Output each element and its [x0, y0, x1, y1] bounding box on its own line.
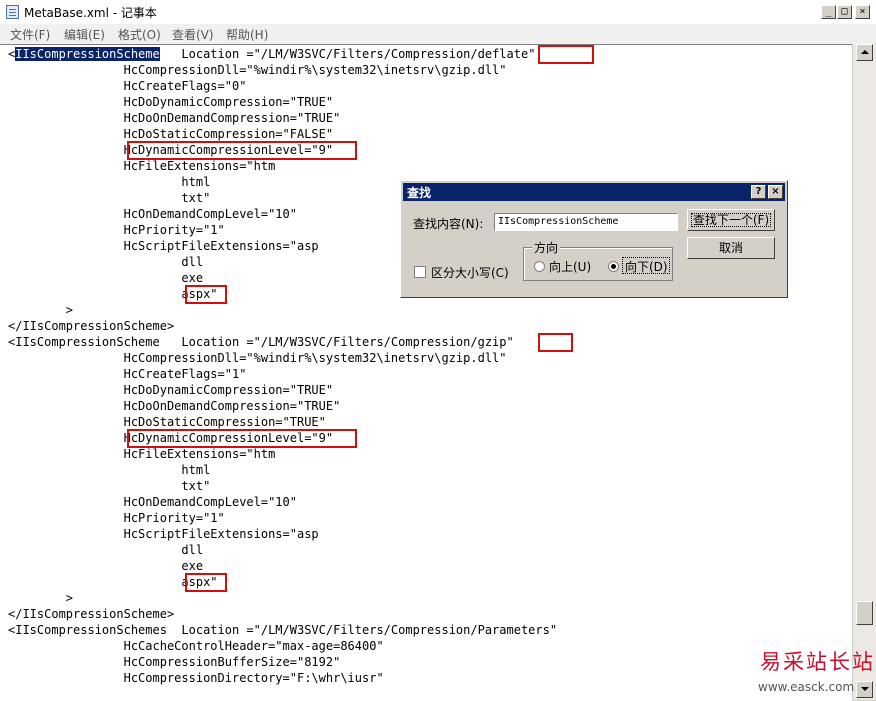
maximize-button[interactable]: □: [837, 5, 852, 19]
code-line: HcCreateFlags="0": [8, 79, 247, 93]
selected-text: IIsCompressionScheme: [15, 47, 160, 61]
code-line: </IIsCompressionScheme>: [8, 607, 175, 621]
code-line: dll: [8, 255, 204, 269]
arrow-up-icon: [861, 50, 869, 54]
direction-down-label[interactable]: 向下(D): [625, 258, 668, 275]
code-line: exe: [8, 559, 204, 573]
code-line: >: [8, 591, 74, 605]
direction-up-label[interactable]: 向上(U): [549, 258, 591, 275]
code-line: HcDoDynamicCompression="TRUE": [8, 95, 334, 109]
find-dialog-title: 查找: [407, 186, 432, 200]
match-case-label[interactable]: 区分大小写(C): [431, 264, 509, 281]
code-line: HcOnDemandCompLevel="10": [8, 207, 297, 221]
cancel-button[interactable]: 取消: [687, 237, 775, 259]
menu-bar: 文件(F) 编辑(E) 格式(O) 查看(V) 帮助(H): [0, 24, 876, 45]
code-line: txt": [8, 479, 211, 493]
help-button[interactable]: ?: [751, 185, 766, 199]
find-what-label: 查找内容(N):: [413, 217, 484, 231]
code-line: HcPriority="1": [8, 511, 225, 525]
menu-help[interactable]: 帮助(H): [226, 26, 268, 43]
minimize-button[interactable]: _: [821, 5, 836, 19]
direction-down-radio[interactable]: [608, 261, 619, 272]
menu-edit[interactable]: 编辑(E): [64, 26, 105, 43]
highlight-compression-level: [127, 141, 357, 160]
code-line: </IIsCompressionScheme>: [8, 319, 175, 333]
code-line: HcCompressionDll="%windir%\system32\inet…: [8, 63, 507, 77]
code-line: HcDoDynamicCompression="TRUE": [8, 383, 334, 397]
code-line: HcOnDemandCompLevel="10": [8, 495, 297, 509]
code-line: HcCompressionDll="%windir%\system32\inet…: [8, 351, 507, 365]
watermark-url: www.easck.com: [758, 680, 855, 694]
code-line: HcCacheControlHeader="max-age=86400": [8, 639, 384, 653]
code-line: HcScriptFileExtensions="asp: [8, 239, 319, 253]
find-what-input[interactable]: IIsCompressionScheme: [494, 213, 678, 231]
vertical-scrollbar[interactable]: [852, 44, 876, 700]
code-line: dll: [8, 543, 204, 557]
match-case-checkbox[interactable]: [414, 266, 426, 278]
menu-view[interactable]: 查看(V): [172, 26, 214, 43]
dialog-close-button[interactable]: ×: [768, 185, 783, 199]
scroll-down-button[interactable]: [856, 681, 873, 698]
code-line: txt": [8, 191, 211, 205]
title-bar: MetaBase.xml - 记事本 _ □ ×: [0, 0, 876, 25]
find-dialog-title-bar: 查找 ? ×: [403, 183, 785, 201]
direction-label: 方向: [532, 239, 561, 256]
code-line: HcScriptFileExtensions="asp: [8, 527, 319, 541]
find-next-button[interactable]: 查找下一个(F): [687, 209, 775, 231]
direction-up-radio[interactable]: [534, 261, 545, 272]
code-line: exe: [8, 271, 204, 285]
highlight-gzip: [537, 333, 573, 352]
highlight-deflate: [537, 45, 595, 64]
code-line: html: [8, 175, 211, 189]
highlight-aspx: [185, 573, 227, 592]
code-line: HcCompressionBufferSize="8192": [8, 655, 341, 669]
watermark-logo: 易采站长站: [760, 650, 875, 674]
find-dialog: 查找 ? × 查找内容(N): IIsCompressionScheme 查找下…: [400, 180, 788, 298]
menu-format[interactable]: 格式(O): [118, 26, 161, 43]
text-editor[interactable]: <IIsCompressionScheme Location ="/LM/W3S…: [0, 44, 852, 701]
menu-file[interactable]: 文件(F): [10, 26, 50, 43]
code-line: HcFileExtensions="htm: [8, 159, 276, 173]
cancel-label: 取消: [718, 241, 743, 255]
scroll-thumb[interactable]: [856, 601, 873, 625]
code-line: HcDoOnDemandCompression="TRUE": [8, 399, 341, 413]
close-button[interactable]: ×: [855, 5, 870, 19]
highlight-aspx: [185, 285, 227, 304]
code-line: HcDoStaticCompression="FALSE": [8, 127, 334, 141]
code-line: HcDoStaticCompression="TRUE": [8, 415, 326, 429]
code-line: <IIsCompressionScheme Location ="/LM/W3S…: [8, 47, 536, 61]
code-line: HcFileExtensions="htm: [8, 447, 276, 461]
highlight-compression-level: [127, 429, 357, 448]
direction-group: 方向 向上(U) 向下(D): [523, 239, 673, 281]
code-line: <IIsCompressionSchemes Location ="/LM/W3…: [8, 623, 558, 637]
scroll-up-button[interactable]: [856, 44, 873, 61]
code-line: HcCreateFlags="1": [8, 367, 247, 381]
code-line: HcDoOnDemandCompression="TRUE": [8, 111, 341, 125]
notepad-icon: [6, 5, 19, 19]
window-title: MetaBase.xml - 记事本: [24, 6, 157, 20]
code-line: >: [8, 303, 74, 317]
find-next-focus-rect: [691, 213, 771, 227]
arrow-down-icon: [861, 687, 869, 691]
code-line: HcPriority="1": [8, 223, 225, 237]
code-line: HcCompressionDirectory="F:\whr\iusr": [8, 671, 384, 685]
code-line: <IIsCompressionScheme Location ="/LM/W3S…: [8, 335, 514, 349]
code-line: html: [8, 463, 211, 477]
